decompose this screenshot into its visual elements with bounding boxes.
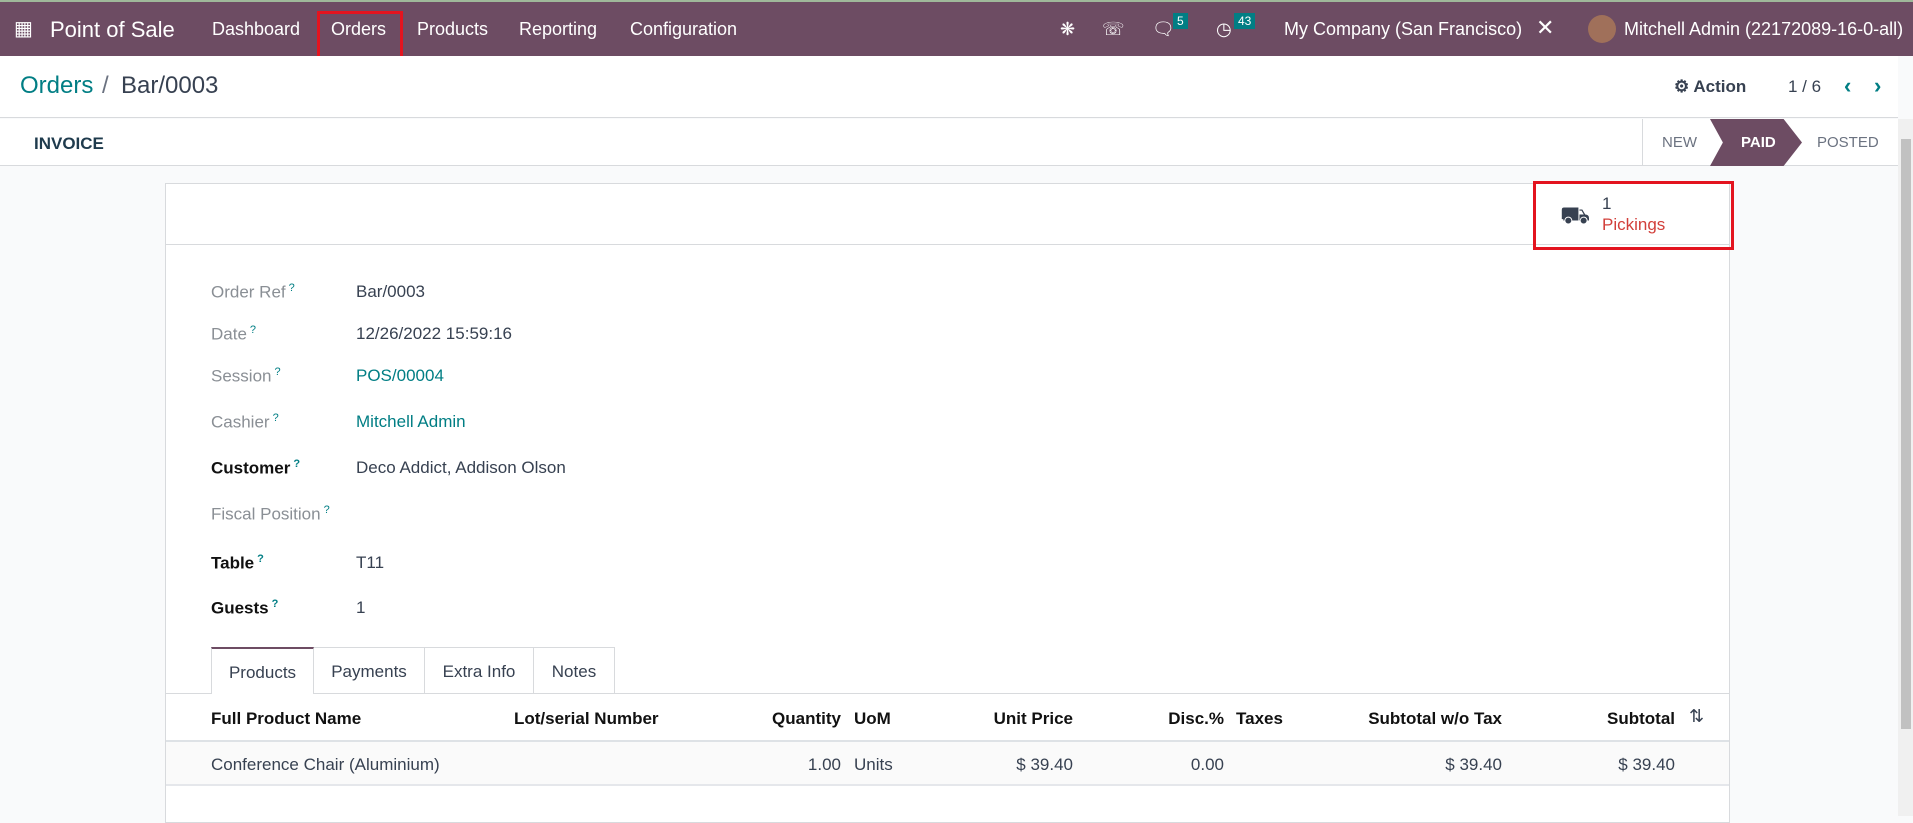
- activity-clock-icon[interactable]: ◷: [1216, 19, 1232, 40]
- pager-previous-icon[interactable]: ‹: [1844, 73, 1851, 99]
- avatar[interactable]: [1588, 15, 1616, 43]
- pickings-smart-button[interactable]: ⛟ 1 Pickings: [1533, 181, 1734, 250]
- tab-payments[interactable]: Payments: [314, 647, 425, 694]
- col-unit-price[interactable]: Unit Price: [994, 709, 1073, 729]
- cell-unit-price: $ 39.40: [1016, 755, 1073, 774]
- menu-products[interactable]: Products: [417, 19, 488, 40]
- app-name[interactable]: Point of Sale: [50, 17, 175, 43]
- cell-uom: Units: [854, 755, 893, 774]
- pickings-count: 1: [1602, 194, 1612, 213]
- value-order-ref: Bar/0003: [356, 282, 425, 301]
- menu-configuration[interactable]: Configuration: [630, 19, 737, 40]
- cell-subtotal-wo-tax: $ 39.40: [1445, 755, 1502, 774]
- label-order-ref: Order Ref?: [211, 282, 295, 302]
- label-guests: Guests?: [211, 598, 279, 618]
- label-customer: Customer?: [211, 458, 301, 478]
- value-date: 12/26/2022 15:59:16: [356, 324, 512, 343]
- value-cashier[interactable]: Mitchell Admin: [356, 412, 466, 432]
- value-session[interactable]: POS/00004: [356, 366, 444, 386]
- value-guests[interactable]: 1: [356, 598, 365, 618]
- pager-next-icon[interactable]: ›: [1874, 73, 1881, 99]
- stage-posted[interactable]: POSTED: [1817, 134, 1879, 151]
- debug-icon[interactable]: ❋: [1060, 19, 1075, 40]
- cell-disc: 0.00: [1190, 755, 1224, 774]
- label-session: Session?: [211, 366, 281, 386]
- highlight-box-orders: [317, 11, 403, 59]
- activities-badge: 43: [1234, 13, 1256, 29]
- cell-subtotal: $ 39.40: [1618, 755, 1675, 774]
- chat-icon[interactable]: 🗨: [1152, 19, 1175, 40]
- tab-extra-info[interactable]: Extra Info: [425, 647, 534, 694]
- tools-icon[interactable]: ✕: [1536, 15, 1554, 41]
- col-disc[interactable]: Disc.%: [1168, 709, 1224, 729]
- cell-product: Conference Chair (Aluminium): [211, 755, 440, 774]
- col-lot-serial[interactable]: Lot/serial Number: [514, 709, 659, 729]
- apps-menu-icon[interactable]: ▦: [14, 16, 33, 41]
- stage-new[interactable]: NEW: [1662, 134, 1697, 151]
- label-fiscal-position: Fiscal Position?: [211, 504, 330, 524]
- value-customer[interactable]: Deco Addict, Addison Olson: [356, 458, 566, 478]
- top-navbar: ▦ Point of Sale Dashboard Orders Product…: [0, 0, 1913, 59]
- col-subtotal-wo-tax[interactable]: Subtotal w/o Tax: [1368, 709, 1502, 729]
- optional-columns-toggle-icon[interactable]: ⇅: [1689, 706, 1704, 727]
- col-quantity[interactable]: Quantity: [772, 709, 841, 729]
- breadcrumb-separator: /: [102, 72, 109, 99]
- divider: [1642, 119, 1643, 166]
- menu-reporting[interactable]: Reporting: [519, 19, 597, 40]
- form-sheet: ⛟ 1 Pickings Order Ref? Bar/0003 Date? 1…: [165, 181, 1734, 823]
- cell-quantity: 1.00: [807, 755, 841, 774]
- menu-dashboard[interactable]: Dashboard: [212, 19, 300, 40]
- status-bar: INVOICE NEW PAID POSTED: [0, 119, 1898, 166]
- user-menu[interactable]: Mitchell Admin (22172089-16-0-all): [1624, 19, 1903, 40]
- gear-icon: ⚙: [1674, 77, 1690, 96]
- stage-paid[interactable]: PAID: [1710, 119, 1802, 166]
- label-cashier: Cashier?: [211, 412, 279, 432]
- pager-value[interactable]: 1 / 6: [1788, 77, 1821, 97]
- tab-products[interactable]: Products: [211, 647, 314, 694]
- col-uom[interactable]: UoM: [854, 709, 891, 729]
- pickings-label: Pickings: [1602, 215, 1666, 234]
- messages-badge: 5: [1173, 13, 1188, 29]
- divider: [166, 244, 1729, 245]
- table-row[interactable]: Conference Chair (Aluminium) 1.00 Units …: [166, 742, 1729, 786]
- value-table[interactable]: T11: [356, 553, 384, 573]
- stage-paid-label: PAID: [1741, 134, 1776, 151]
- breadcrumb-orders[interactable]: Orders: [20, 72, 93, 100]
- tab-notes[interactable]: Notes: [534, 647, 615, 694]
- col-taxes[interactable]: Taxes: [1236, 709, 1283, 729]
- breadcrumb-current: Bar/0003: [121, 72, 219, 99]
- action-button[interactable]: ⚙ Action: [1674, 77, 1746, 97]
- col-full-product-name[interactable]: Full Product Name: [211, 709, 361, 729]
- company-switcher[interactable]: My Company (San Francisco): [1284, 19, 1522, 40]
- phone-icon[interactable]: ☏: [1102, 19, 1125, 40]
- truck-icon: ⛟: [1560, 202, 1591, 229]
- invoice-button[interactable]: INVOICE: [34, 134, 104, 154]
- label-date: Date?: [211, 324, 257, 344]
- scrollbar[interactable]: [1898, 119, 1913, 816]
- col-subtotal[interactable]: Subtotal: [1607, 709, 1675, 729]
- control-panel: Orders / Bar/0003 ⚙ Action 1 / 6 ‹ ›: [0, 56, 1898, 118]
- action-label: Action: [1693, 77, 1747, 96]
- label-table: Table?: [211, 553, 264, 573]
